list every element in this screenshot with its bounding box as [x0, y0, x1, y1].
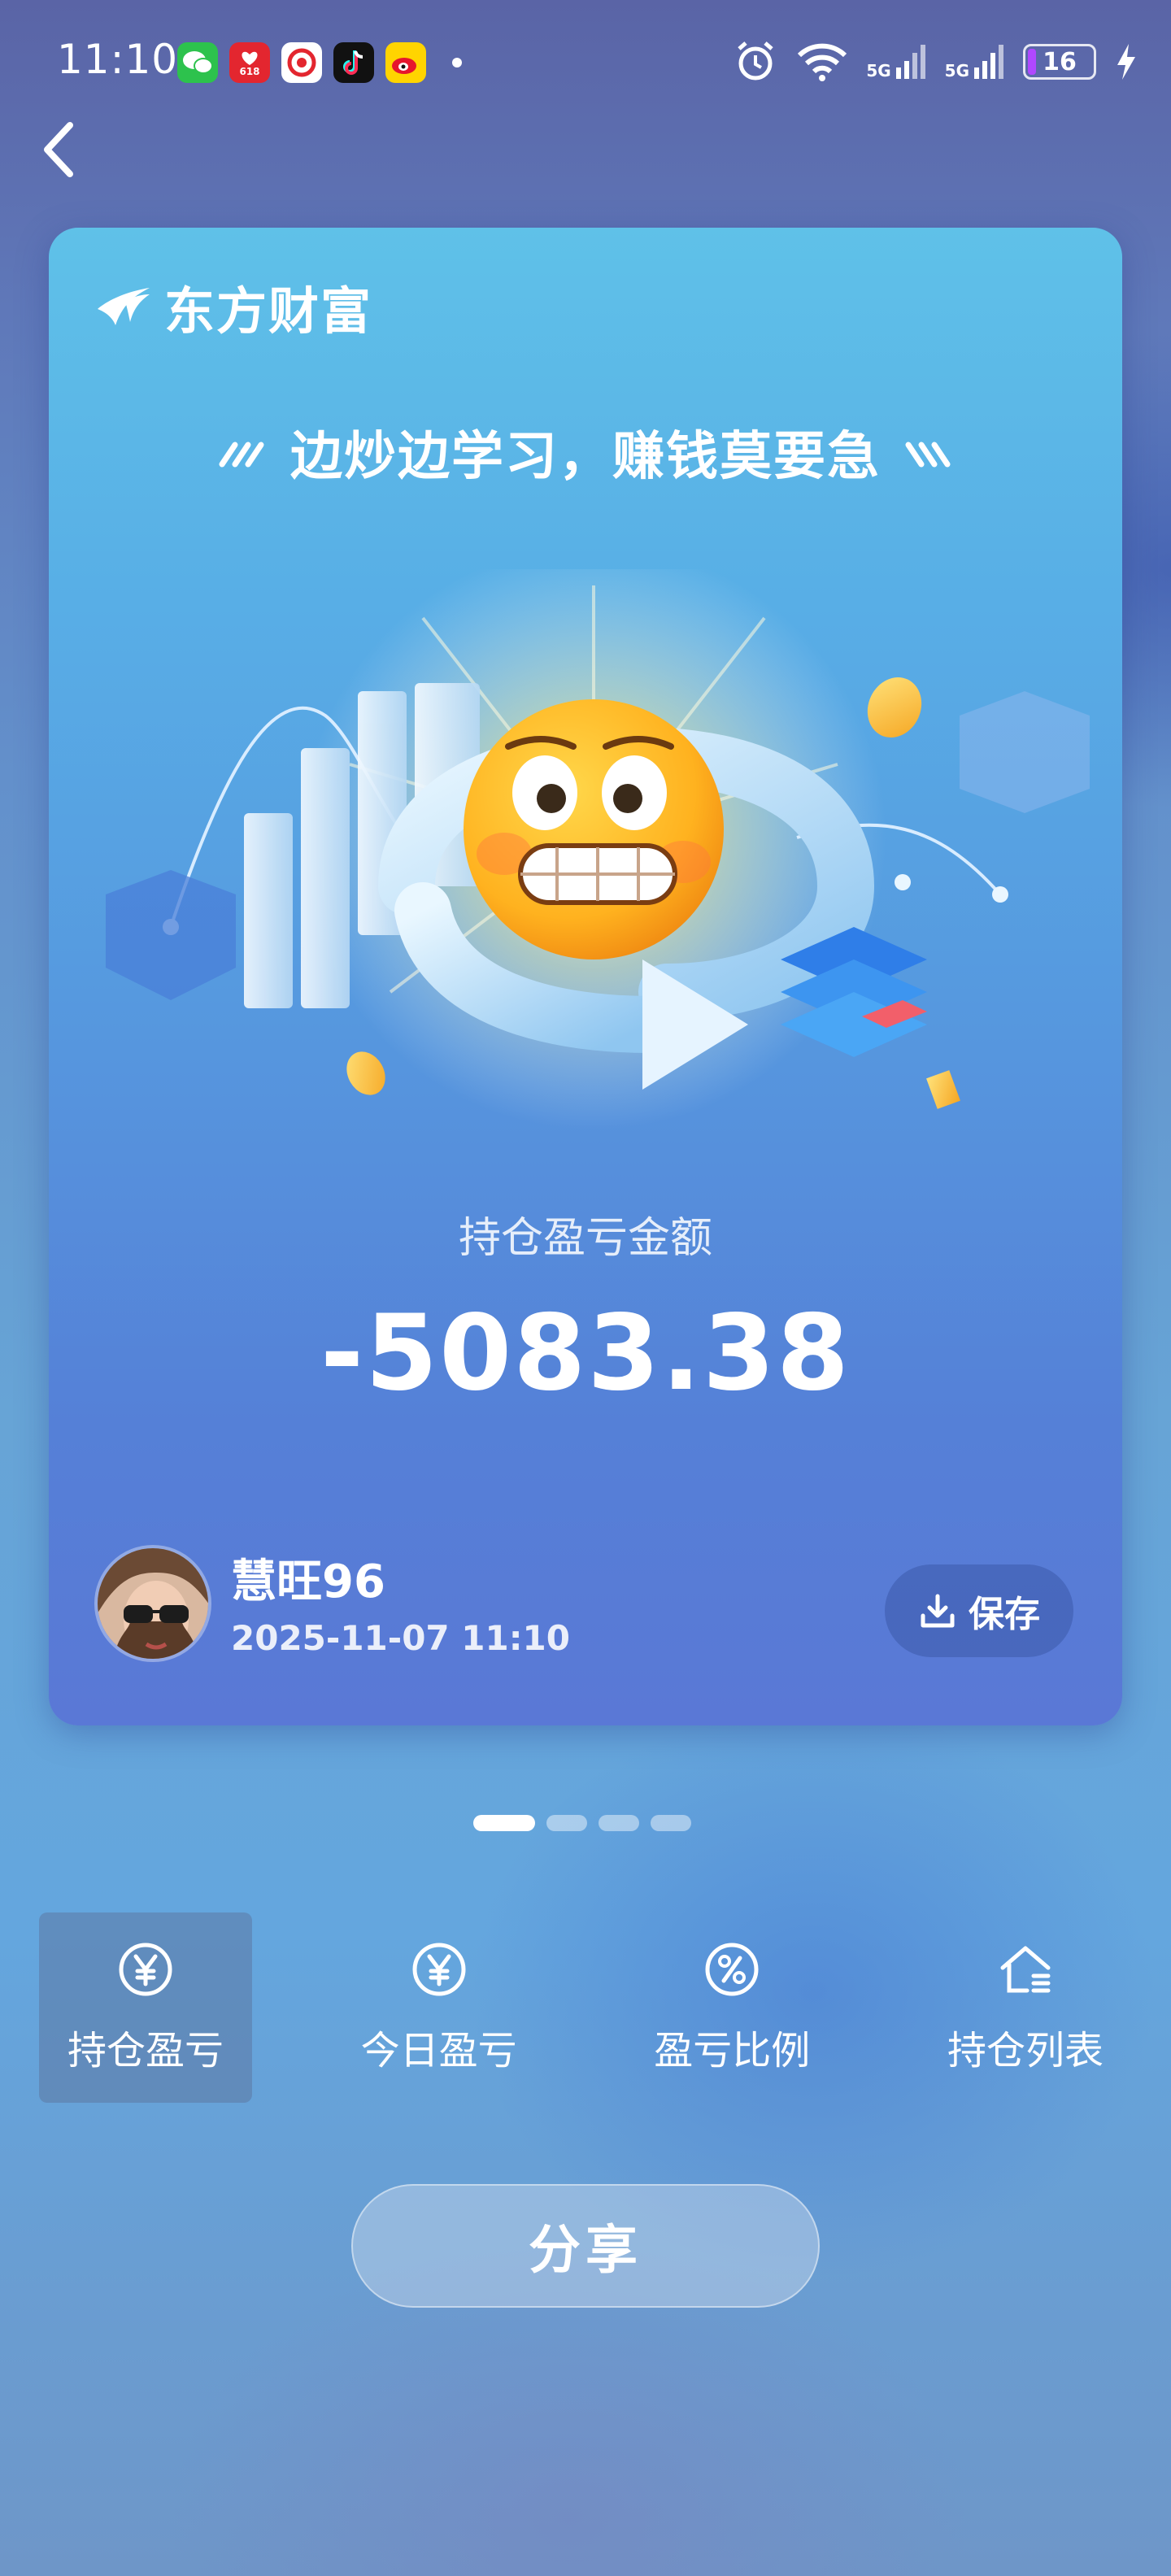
- avatar: [94, 1545, 211, 1662]
- yen-circle-icon: [412, 1943, 466, 1996]
- wechat-icon: [177, 42, 218, 83]
- back-button[interactable]: [33, 114, 89, 187]
- timestamp: 2025-11-07 11:10: [231, 1618, 570, 1658]
- brand: 东方财富: [93, 270, 372, 343]
- tab-position-list[interactable]: 持仓列表: [919, 1912, 1132, 2103]
- house-list-icon: [1000, 1946, 1051, 1993]
- battery-indicator: 16: [1023, 44, 1096, 80]
- download-icon: [921, 1594, 955, 1628]
- card-pager: [473, 1815, 691, 1831]
- save-button[interactable]: 保存: [885, 1564, 1073, 1657]
- weibo-icon: [385, 42, 426, 83]
- brand-name: 东方财富: [164, 281, 373, 341]
- yen-circle-icon: [119, 1943, 172, 1996]
- share-label: 分享: [529, 2221, 642, 2281]
- slogan: 边炒边学习，赚钱莫要急: [290, 427, 881, 487]
- notification-icons: 618: [177, 42, 462, 83]
- eastmoney-logo-icon: [98, 288, 150, 325]
- pager-dot[interactable]: [546, 1815, 587, 1831]
- percent-circle-icon: [705, 1943, 759, 1996]
- tab-label: 持仓盈亏: [67, 2028, 224, 2073]
- pl-amount: -5083.38: [320, 1293, 851, 1414]
- share-card: 东方财富 边炒边学习，赚钱莫要急 持仓盈亏金额 -5083.38 慧旺96 20…: [49, 228, 1122, 1725]
- charging-icon: [1117, 44, 1135, 80]
- username: 慧旺96: [231, 1556, 385, 1608]
- signal-2-icon: 5G: [945, 43, 1005, 80]
- tab-position-pl[interactable]: 持仓盈亏: [39, 1912, 252, 2103]
- slashes-left-icon: [219, 442, 264, 468]
- more-notifications-dot: [452, 58, 462, 67]
- slogan-row: 边炒边学习，赚钱莫要急: [49, 415, 1122, 490]
- save-label: 保存: [969, 1594, 1040, 1635]
- alarm-icon: [738, 41, 773, 80]
- signal-1-icon: 5G: [866, 43, 926, 80]
- jd-618-icon: 618: [229, 42, 270, 83]
- pager-dot[interactable]: [599, 1815, 639, 1831]
- pager-dot[interactable]: [473, 1815, 535, 1831]
- jd-badge: 618: [239, 66, 260, 77]
- pager-dot[interactable]: [651, 1815, 691, 1831]
- wifi-icon: [798, 43, 847, 81]
- slashes-right-icon: [905, 442, 951, 468]
- netease-icon: [281, 42, 322, 83]
- status-time: 11:10: [57, 36, 179, 83]
- share-button[interactable]: 分享: [351, 2184, 820, 2308]
- tab-today-pl[interactable]: 今日盈亏: [333, 1912, 546, 2103]
- tab-label: 持仓列表: [947, 2028, 1104, 2073]
- tab-label: 今日盈亏: [360, 2028, 517, 2073]
- tiktok-icon: [333, 42, 374, 83]
- card-type-tabs: 持仓盈亏 今日盈亏 盈亏比例 持仓列表: [39, 1912, 1132, 2103]
- tab-label: 盈亏比例: [654, 2028, 811, 2073]
- status-right: 5G 5G 16: [733, 39, 1138, 85]
- status-bar: 11:10 618 5G 5G 16: [0, 0, 1171, 130]
- pl-label: 持仓盈亏金额: [458, 1214, 712, 1263]
- tab-pl-ratio[interactable]: 盈亏比例: [625, 1912, 838, 2103]
- chevron-left-icon: [44, 122, 73, 177]
